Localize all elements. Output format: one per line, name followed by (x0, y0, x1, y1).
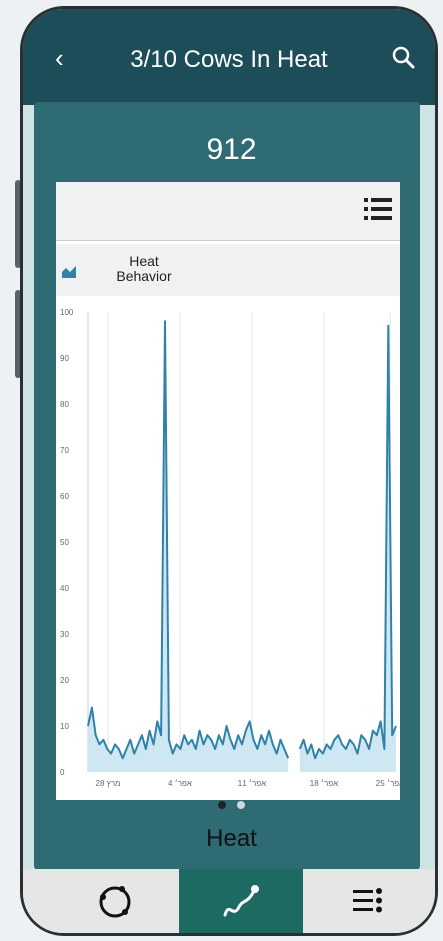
y-tick-label: 90 (60, 354, 69, 363)
x-tick-label: 4 אפר׳ (168, 779, 192, 788)
bottom-tab-bar (23, 869, 435, 933)
heat-line (87, 320, 290, 760)
heat-area (299, 325, 396, 772)
heat-behavior-plot: 100908070605040302010028 מרץ 4 אפר׳ 11 אפר… (60, 308, 400, 788)
y-tick-label: 100 (60, 308, 74, 317)
app-header: ‹ 3/10 Cows In Heat (23, 9, 435, 105)
search-icon[interactable] (389, 43, 419, 73)
y-tick-label: 70 (60, 446, 69, 455)
y-tick-label: 50 (60, 538, 69, 547)
chart-panel: Heat Behavior 100 90 80 70 60 50 40 30 20 10 0 28 מ… (56, 182, 400, 800)
x-tick-label: 25 אפר׳ (376, 779, 400, 788)
tab-cycle[interactable] (53, 869, 177, 933)
y-tick-label: 40 (60, 584, 69, 593)
page-dot[interactable] (236, 801, 245, 809)
page-indicator (20, 796, 443, 809)
cow-number: 912 (206, 133, 257, 166)
page-title: 3/10 Cows In Heat (130, 46, 328, 73)
filter-list-icon (353, 888, 382, 913)
y-tick-label: 30 (60, 630, 69, 639)
heat-line (298, 324, 397, 760)
y-tick-label: 10 (60, 722, 69, 731)
tab-trend[interactable] (179, 869, 303, 933)
y-tick-label: 0 (60, 768, 65, 777)
trend-chart-icon (223, 885, 259, 917)
heat-area (88, 321, 289, 772)
tab-filter-list[interactable] (305, 869, 429, 933)
cycle-ring-icon (99, 886, 131, 918)
x-tick-label: 28 מרץ (96, 779, 121, 788)
y-tick-label: 20 (60, 676, 69, 685)
y-tick-label: 60 (60, 492, 69, 501)
x-tick-label: 18 אפר׳ (310, 779, 338, 788)
chart-name: Heat (206, 825, 257, 852)
x-tick-label: 11 אפר׳ (238, 779, 266, 788)
y-tick-label: 80 (60, 400, 69, 409)
